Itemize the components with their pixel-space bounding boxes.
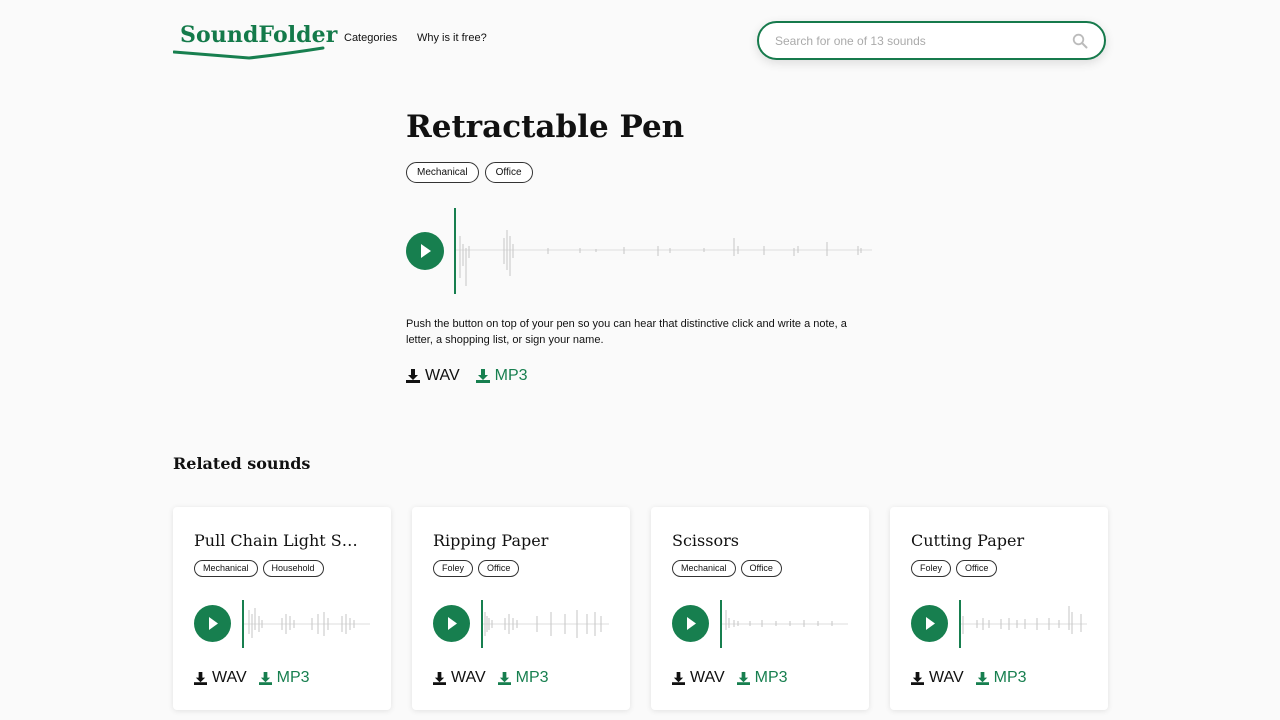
tag-foley[interactable]: Foley (911, 560, 952, 577)
download-wav-label: WAV (425, 367, 460, 384)
card-tags: Foley Office (433, 560, 520, 577)
download-mp3-link[interactable]: MP3 (975, 669, 1027, 687)
search-input[interactable] (775, 32, 1065, 50)
download-icon (433, 671, 446, 685)
tag-foley[interactable]: Foley (433, 560, 474, 577)
download-wav-link[interactable]: WAV (433, 669, 486, 687)
site-header: SoundFolder Categories Why is it free? (0, 0, 1280, 80)
related-sound-card: Cutting Paper Foley Office WAV MP3 (890, 507, 1108, 710)
card-tags: Mechanical Household (194, 560, 324, 577)
play-icon (421, 244, 431, 258)
download-wav-link[interactable]: WAV (406, 367, 460, 385)
download-wav-link[interactable]: WAV (911, 669, 964, 687)
download-wav-link[interactable]: WAV (672, 669, 725, 687)
download-wav-label: WAV (451, 669, 486, 686)
card-download-links: WAV MP3 (194, 669, 310, 687)
logo-text: SoundFolder (180, 22, 338, 48)
card-title[interactable]: Ripping Paper (433, 531, 609, 550)
play-button[interactable] (672, 605, 709, 642)
tag-office[interactable]: Office (740, 560, 782, 577)
card-download-links: WAV MP3 (911, 669, 1027, 687)
download-icon (911, 671, 924, 685)
search-box (757, 21, 1106, 60)
download-links: WAV MP3 (406, 367, 528, 385)
nav-why-free-link[interactable]: Why is it free? (417, 32, 487, 44)
download-wav-label: WAV (212, 669, 247, 686)
download-icon (975, 671, 989, 685)
download-icon (497, 671, 511, 685)
download-mp3-label: MP3 (494, 367, 528, 384)
play-icon (687, 617, 696, 630)
sound-tags: Mechanical Office (406, 162, 533, 183)
waveform[interactable] (242, 600, 370, 648)
logo-swoosh (173, 46, 325, 60)
download-mp3-label: MP3 (276, 669, 310, 686)
waveform[interactable] (959, 600, 1087, 648)
card-audio-player (911, 600, 1087, 648)
download-mp3-link[interactable]: MP3 (736, 669, 788, 687)
related-sounds-list: Pull Chain Light Switch Mechanical House… (173, 507, 1108, 710)
card-title[interactable]: Pull Chain Light Switch (194, 531, 370, 550)
sound-description: Push the button on top of your pen so yo… (406, 318, 847, 346)
download-icon (672, 671, 685, 685)
download-icon (258, 671, 272, 685)
waveform[interactable] (481, 600, 609, 648)
card-audio-player (672, 600, 848, 648)
download-icon (475, 369, 490, 383)
tag-office[interactable]: Office (484, 162, 533, 183)
logo[interactable]: SoundFolder (173, 22, 337, 60)
card-title[interactable]: Cutting Paper (911, 531, 1087, 550)
download-wav-label: WAV (929, 669, 964, 686)
play-icon (448, 617, 457, 630)
sound-title: Retractable Pen (406, 109, 685, 145)
card-download-links: WAV MP3 (433, 669, 549, 687)
tag-office[interactable]: Office (478, 560, 520, 577)
download-mp3-link[interactable]: MP3 (475, 367, 528, 385)
download-mp3-label: MP3 (754, 669, 788, 686)
download-mp3-label: MP3 (515, 669, 549, 686)
search-icon[interactable] (1072, 33, 1088, 49)
tag-household[interactable]: Household (262, 560, 324, 577)
card-download-links: WAV MP3 (672, 669, 788, 687)
tag-mechanical[interactable]: Mechanical (406, 162, 479, 183)
download-mp3-link[interactable]: MP3 (497, 669, 549, 687)
download-mp3-label: MP3 (993, 669, 1027, 686)
audio-player (406, 208, 872, 294)
related-sounds-heading: Related sounds (173, 454, 311, 473)
download-wav-label: WAV (690, 669, 725, 686)
tag-mechanical[interactable]: Mechanical (672, 560, 736, 577)
waveform[interactable] (454, 208, 872, 294)
card-audio-player (194, 600, 370, 648)
waveform[interactable] (720, 600, 848, 648)
play-button[interactable] (433, 605, 470, 642)
play-button[interactable] (194, 605, 231, 642)
download-icon (194, 671, 207, 685)
play-icon (926, 617, 935, 630)
download-icon (406, 369, 420, 383)
tag-mechanical[interactable]: Mechanical (194, 560, 258, 577)
tag-office[interactable]: Office (956, 560, 998, 577)
play-icon (209, 617, 218, 630)
play-button[interactable] (406, 232, 444, 270)
related-sound-card: Ripping Paper Foley Office WAV MP3 (412, 507, 630, 710)
card-tags: Mechanical Office (672, 560, 782, 577)
card-title[interactable]: Scissors (672, 531, 848, 550)
nav-categories-link[interactable]: Categories (344, 32, 397, 44)
play-button[interactable] (911, 605, 948, 642)
download-mp3-link[interactable]: MP3 (258, 669, 310, 687)
download-icon (736, 671, 750, 685)
download-wav-link[interactable]: WAV (194, 669, 247, 687)
card-audio-player (433, 600, 609, 648)
card-tags: Foley Office (911, 560, 998, 577)
related-sound-card: Pull Chain Light Switch Mechanical House… (173, 507, 391, 710)
related-sound-card: Scissors Mechanical Office WAV MP3 (651, 507, 869, 710)
